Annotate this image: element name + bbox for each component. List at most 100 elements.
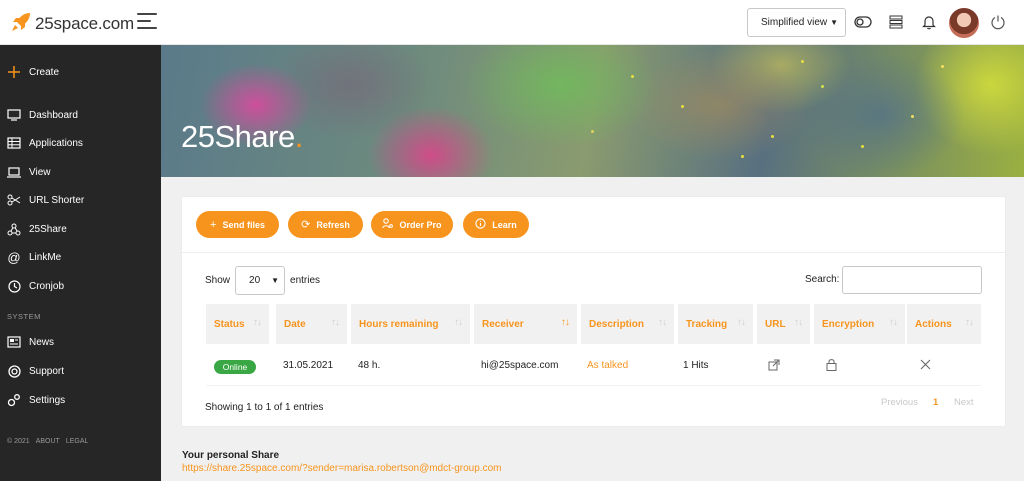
entries-select[interactable]: 20 ▼ (235, 266, 286, 295)
column-header-receiver[interactable]: Receiver ↑↓ (474, 304, 577, 344)
sidebar-item-view[interactable]: View (7, 162, 157, 182)
sidebar-footer: © 2021 ABOUT LEGAL (7, 438, 88, 445)
sidebar-item-label: Support (29, 365, 65, 377)
sidebar-item-label: View (29, 166, 51, 178)
cell-hours: 48 h. (358, 360, 381, 371)
view-mode-select[interactable]: Simplified view ▼ (747, 8, 846, 37)
monitor-icon (7, 108, 21, 122)
power-icon[interactable] (988, 12, 1008, 32)
about-link[interactable]: ABOUT (36, 438, 60, 445)
cell-tracking: 1 Hits (683, 360, 709, 371)
column-header-date[interactable]: Date ↑↓ (276, 304, 347, 344)
cell-receiver: hi@25space.com (481, 360, 559, 371)
sidebar-item-news[interactable]: News (7, 332, 157, 352)
sort-icon: ↑↓ (331, 317, 340, 328)
logo-text: 25space.com (35, 13, 134, 33)
external-link-icon[interactable] (768, 359, 780, 374)
sidebar-item-label: URL Shorter (29, 194, 85, 206)
sidebar-item-cronjob[interactable]: Cronjob (7, 276, 157, 296)
bell-icon[interactable] (919, 12, 939, 32)
grid-list-icon (7, 136, 21, 150)
personal-share-title: Your personal Share (182, 450, 280, 461)
personal-share-link[interactable]: https://share.25space.com/?sender=marisa… (182, 463, 501, 474)
sidebar-item-label: Applications (29, 137, 83, 149)
pagination-previous[interactable]: Previous (881, 397, 918, 408)
column-header-url[interactable]: URL ↑↓ (757, 304, 810, 344)
sidebar-item-25share[interactable]: 25Share (7, 219, 157, 239)
toggle-icon[interactable] (853, 12, 873, 32)
sidebar-item-label: 25Share (29, 223, 67, 235)
column-header-status[interactable]: Status ↑↓ (206, 304, 269, 344)
column-header-tracking[interactable]: Tracking ↑↓ (678, 304, 753, 344)
rocket-icon (10, 11, 32, 36)
learn-button[interactable]: Learn (463, 211, 529, 238)
share-icon (7, 222, 21, 236)
show-label: Show (205, 275, 231, 286)
send-files-button[interactable]: + Send files (196, 211, 279, 238)
sort-desc-icon: ↑↓ (561, 317, 570, 328)
action-toolbar: + Send files ⟳ Refresh Order Pro Learn (182, 197, 1005, 253)
column-header-hours[interactable]: Hours remaining ↑↓ (351, 304, 470, 344)
pagination-next[interactable]: Next (954, 397, 974, 408)
info-icon (475, 217, 486, 232)
sidebar-item-label: Dashboard (29, 109, 78, 121)
column-header-description[interactable]: Description ↑↓ (581, 304, 674, 344)
clock-icon (7, 279, 21, 293)
avatar[interactable] (949, 8, 979, 38)
sidebar-item-dashboard[interactable]: Dashboard (7, 105, 157, 125)
search-input[interactable] (842, 266, 982, 294)
sidebar-section-system: SYSTEM (7, 312, 41, 321)
share-card: + Send files ⟳ Refresh Order Pro Learn S… (182, 197, 1005, 426)
pagination-page-1[interactable]: 1 (933, 397, 938, 408)
at-icon: @ (7, 249, 21, 265)
view-mode-value: Simplified view (761, 17, 828, 28)
sort-icon: ↑↓ (737, 317, 746, 328)
newspaper-icon (7, 335, 21, 349)
sidebar-item-label: Create (29, 66, 60, 78)
plus-icon (7, 65, 21, 79)
sort-icon: ↑↓ (253, 317, 262, 328)
entries-label: entries (290, 275, 321, 286)
sidebar-item-label: Cronjob (29, 280, 65, 292)
gears-icon (7, 393, 21, 407)
server-icon[interactable] (886, 12, 906, 32)
sidebar-item-url-shorter[interactable]: URL Shorter (7, 190, 157, 210)
column-header-encryption[interactable]: Encryption ↑↓ (814, 304, 905, 344)
lock-icon (826, 358, 837, 374)
sidebar-item-linkme[interactable]: @ LinkMe (7, 247, 157, 267)
sidebar-item-label: News (29, 336, 55, 348)
top-bar: 25space.com Simplified view ▼ (0, 0, 1024, 45)
legal-link[interactable]: LEGAL (66, 438, 89, 445)
sidebar-item-label: LinkMe (29, 251, 62, 263)
sidebar-item-settings[interactable]: Settings (7, 390, 157, 410)
sidebar: Create Dashboard Applications View URL S… (0, 45, 161, 481)
status-badge: Online (214, 360, 256, 374)
sidebar-item-applications[interactable]: Applications (7, 133, 157, 153)
scissors-icon (7, 193, 21, 207)
table-header: Status ↑↓ Date ↑↓ Hours remaining ↑↓ Receiv… (206, 304, 981, 344)
cell-date: 31.05.2021 (283, 360, 334, 371)
laptop-icon (7, 165, 21, 179)
entries-length-control: Show 20 ▼ entries (205, 266, 320, 295)
delete-icon[interactable] (920, 359, 931, 373)
sidebar-item-support[interactable]: Support (7, 361, 157, 381)
sidebar-item-create[interactable]: Create (7, 62, 157, 82)
lifebuoy-icon (7, 364, 21, 378)
row-divider (206, 385, 981, 386)
logo[interactable]: 25space.com (10, 11, 134, 36)
sort-icon: ↑↓ (965, 317, 974, 328)
search-label: Search: (805, 274, 840, 285)
entries-value: 20 (249, 275, 261, 286)
cell-description: As talked (587, 360, 629, 371)
chevron-down-icon: ▼ (830, 18, 838, 27)
table-info: Showing 1 to 1 of 1 entries (205, 402, 324, 413)
refresh-button[interactable]: ⟳ Refresh (288, 211, 363, 238)
sort-icon: ↑↓ (889, 317, 898, 328)
order-pro-button[interactable]: Order Pro (371, 211, 453, 238)
menu-toggle-icon[interactable] (137, 13, 157, 29)
sort-icon: ↑↓ (794, 317, 803, 328)
page-title: 25Share. (181, 119, 303, 154)
user-cog-icon (382, 217, 394, 232)
column-header-actions[interactable]: Actions ↑↓ (907, 304, 981, 344)
plus-icon: + (210, 218, 217, 231)
